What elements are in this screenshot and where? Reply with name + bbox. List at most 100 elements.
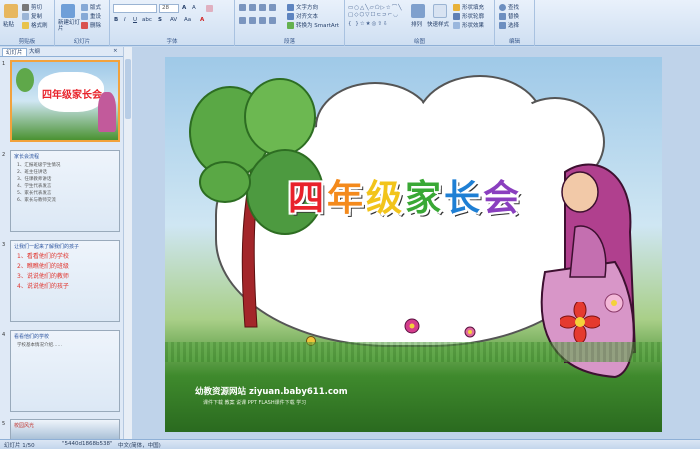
smartart-button[interactable]: 转换为 SmartArt — [287, 21, 339, 29]
numbering-button[interactable] — [249, 4, 256, 11]
slide-number: 2 — [2, 152, 6, 158]
font-color-button[interactable]: A — [200, 17, 204, 23]
title-char: 长 — [444, 178, 484, 219]
change-case-button[interactable]: Aa — [184, 17, 191, 23]
quick-styles-button[interactable]: 快速样式 — [427, 20, 449, 28]
title-char: 级 — [365, 178, 405, 219]
italic-button[interactable]: I — [124, 17, 126, 23]
indent-icon — [259, 4, 266, 11]
copy-button[interactable]: 复制 — [22, 12, 42, 20]
thumbnail-slide-2[interactable]: 家长会流程 1、汇报班级学生情况 2、班主任讲话 3、任课教师讲话 4、学生代表… — [10, 150, 120, 232]
shape-effects-button[interactable]: 形状效果 — [453, 21, 484, 29]
numbering-icon — [249, 4, 256, 11]
replace-icon — [499, 12, 506, 20]
select-button[interactable]: 选择 — [499, 21, 519, 29]
scissors-icon — [22, 3, 29, 11]
thumbnail-slide-4[interactable]: 看看他们的学校 学校基本情况介绍…… — [10, 330, 120, 412]
shapes-gallery[interactable]: ▭○△╲▱⬠▷☆⌒╲ — [348, 3, 403, 11]
underline-button[interactable]: U — [133, 17, 137, 23]
clear-format-button[interactable] — [206, 5, 213, 12]
theme-name: "5440d1868b538" — [62, 441, 113, 447]
tab-slides[interactable]: 幻灯片 — [2, 48, 27, 56]
shadow-button[interactable]: S — [158, 17, 162, 23]
shapes-gallery-row2[interactable]: ▢◇⬡▽☐⊂⊃⌐◡ — [348, 12, 399, 18]
thumb-girl — [98, 92, 116, 132]
justify-button[interactable] — [269, 17, 276, 24]
select-icon — [499, 21, 506, 29]
thumbnail-slide-3[interactable]: 让我们一起来了解我们的孩子 1、看看他们的学校 2、瞧瞧他们的班级 3、说说他们… — [10, 240, 120, 322]
thumb-line: 4、说说他们的孩子 — [17, 283, 69, 290]
spacing-button[interactable]: AV — [170, 17, 177, 23]
slide-number: 4 — [2, 332, 6, 338]
thumbnail-slide-5[interactable]: 校园风光 — [10, 419, 120, 439]
shrink-font-button[interactable]: A — [192, 5, 196, 11]
clipboard-label: 剪贴板 — [18, 39, 36, 45]
grow-font-button[interactable]: A — [182, 5, 186, 11]
thumb-title: 看看他们的学校 — [14, 334, 50, 340]
bullets-button[interactable] — [239, 4, 246, 11]
line-spacing-button[interactable] — [269, 4, 276, 11]
quick-styles-icon[interactable] — [433, 4, 447, 18]
paste-button[interactable]: 粘贴 — [3, 20, 14, 28]
drawing-group: ▭○△╲▱⬠▷☆⌒╲ ▢◇⬡▽☐⊂⊃⌐◡ { }☆★◎⇧⇩ 排列 快速样式 形状… — [345, 0, 495, 46]
thumb-line: 3、任课教师讲话 — [17, 177, 52, 182]
text-direction-icon — [287, 3, 294, 11]
cut-button[interactable]: 剪切 — [22, 3, 42, 11]
arrange-button[interactable]: 排列 — [411, 20, 422, 28]
new-slide-icon[interactable] — [61, 4, 75, 18]
new-slide-button[interactable]: 新建幻灯片 — [58, 20, 80, 32]
slide-title[interactable]: 四年级家长会 — [255, 169, 555, 221]
thumb-tree — [16, 68, 34, 92]
strikethrough-button[interactable]: abc — [142, 17, 152, 23]
editing-label: 编辑 — [508, 39, 520, 45]
slide-number: 1 — [2, 61, 6, 67]
shapes-gallery-row3[interactable]: { }☆★◎⇧⇩ — [348, 21, 389, 27]
align-left-icon — [239, 17, 246, 24]
font-group: 28 A A B I U abc S AV Aa A 字体 — [110, 0, 235, 46]
indent-button[interactable] — [259, 4, 266, 11]
smartart-icon — [287, 21, 294, 29]
shape-fill-button[interactable]: 形状填充 — [453, 3, 484, 11]
thumbnail-slide-1[interactable]: 四年级家长会 — [10, 60, 120, 142]
format-painter-button[interactable]: 格式刷 — [22, 21, 48, 29]
reset-button[interactable]: 重设 — [81, 12, 101, 20]
paste-icon[interactable] — [4, 4, 18, 18]
text-direction-button[interactable]: 文字方向 — [287, 3, 318, 11]
layout-button[interactable]: 版式 — [81, 3, 101, 11]
thumb-line: 1、汇报班级学生情况 — [17, 163, 61, 168]
delete-button[interactable]: 删除 — [81, 21, 101, 29]
font-name-field[interactable] — [113, 4, 157, 13]
tab-outline[interactable]: 大纲 — [26, 48, 43, 56]
thumb-line: 6、家长与教师交流 — [17, 198, 56, 203]
scrollbar-thumb[interactable] — [125, 59, 131, 119]
current-slide[interactable]: 四年级家长会 幼教资源网站 ziyuan.baby611.com 课件下载 教案… — [165, 57, 662, 432]
reset-icon — [81, 12, 88, 20]
thumbnail-scrollbar[interactable] — [123, 47, 132, 439]
shape-outline-button[interactable]: 形状轮廓 — [453, 12, 484, 20]
effects-icon — [453, 21, 460, 29]
arrange-icon[interactable] — [411, 4, 425, 18]
align-left-button[interactable] — [239, 17, 246, 24]
eraser-icon — [206, 5, 213, 12]
bold-button[interactable]: B — [114, 17, 118, 23]
title-char: 年 — [326, 178, 366, 219]
thumb-line: 3、说说他们的教师 — [17, 273, 69, 280]
slide-number: 5 — [2, 421, 6, 427]
bullets-icon — [239, 4, 246, 11]
align-right-button[interactable] — [259, 17, 266, 24]
font-size-field[interactable]: 28 — [159, 4, 179, 13]
replace-button[interactable]: 替换 — [499, 12, 519, 20]
font-label: 字体 — [166, 39, 178, 45]
slide-editor: 四年级家长会 幼教资源网站 ziyuan.baby611.com 课件下载 教案… — [132, 47, 700, 439]
thumb-title: 让我们一起来了解我们的孩子 — [14, 244, 80, 250]
language-indicator: 中文(简体，中国) — [118, 443, 161, 449]
cloud-fill — [320, 87, 435, 172]
find-button[interactable]: 查找 — [499, 3, 519, 11]
align-text-button[interactable]: 对齐文本 — [287, 12, 318, 20]
website-links: 课件下载 教案 说课 PPT FLASH课件下载 学习 — [203, 400, 307, 406]
copy-icon — [22, 12, 29, 20]
thumb-line: 学校基本情况介绍…… — [17, 343, 62, 348]
align-center-button[interactable] — [249, 17, 256, 24]
close-panel-button[interactable]: × — [113, 48, 118, 54]
title-char: 会 — [483, 178, 523, 219]
